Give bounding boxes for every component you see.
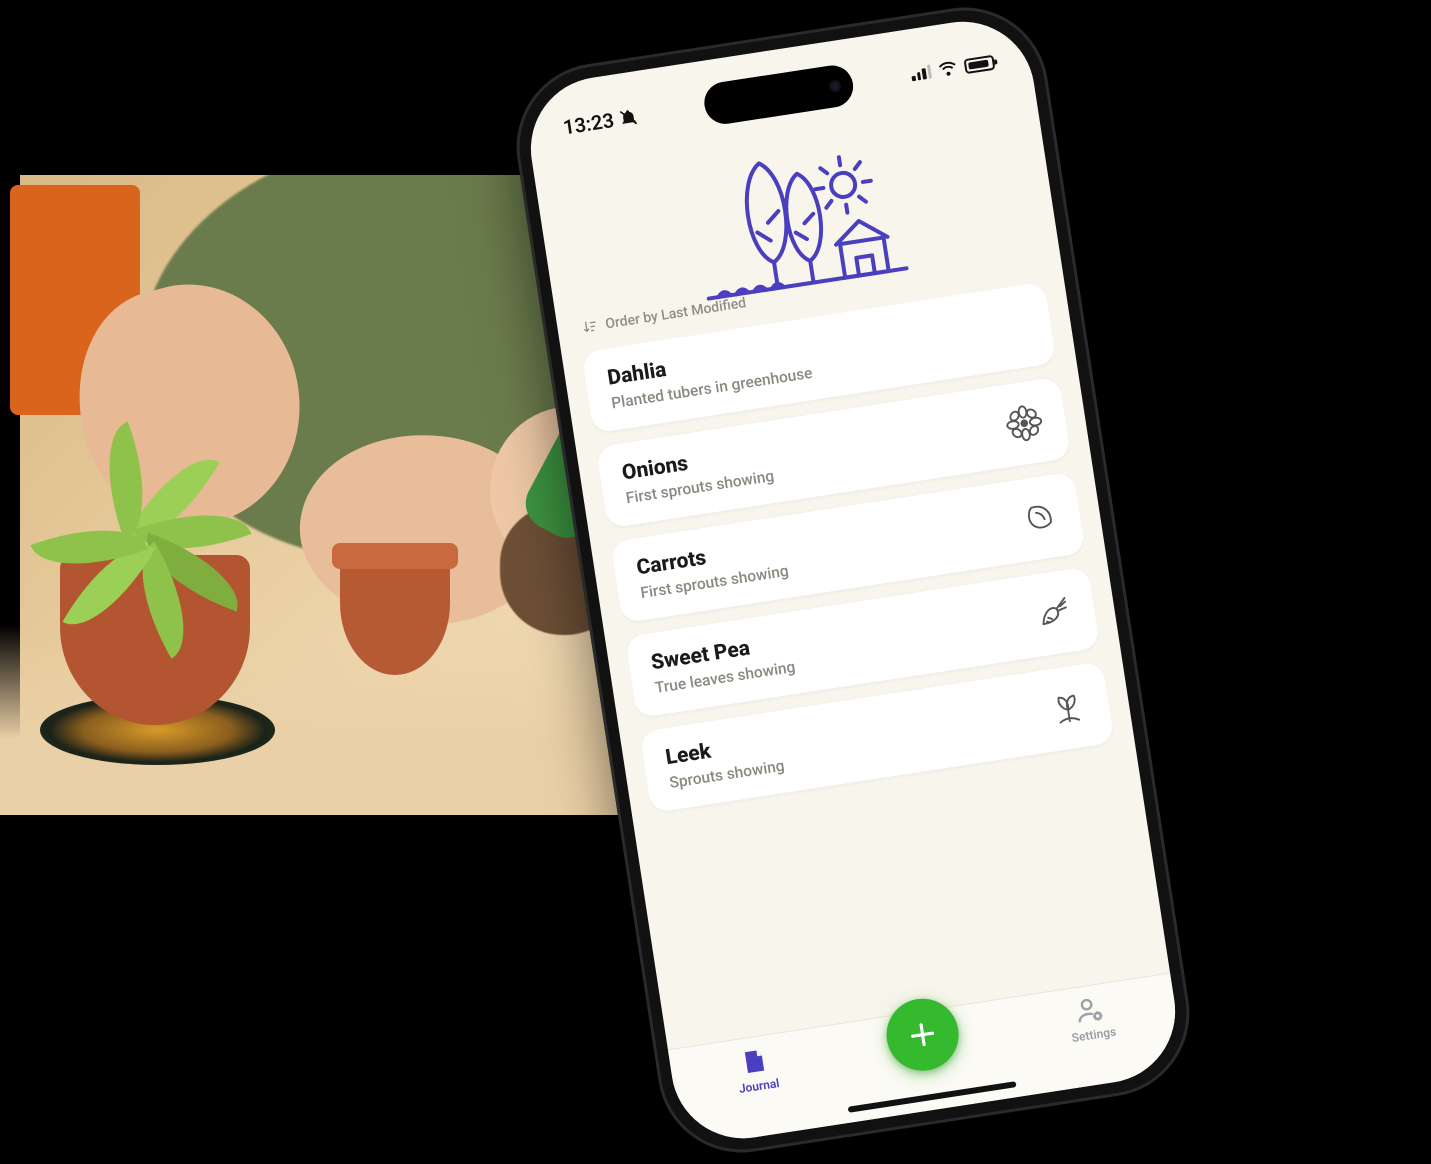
seed-icon bbox=[1017, 497, 1060, 540]
wifi-icon bbox=[937, 60, 959, 78]
journal-tab-icon bbox=[739, 1045, 771, 1077]
carrot-icon bbox=[1032, 591, 1075, 634]
phone-mockup: 13:23 bbox=[505, 0, 1201, 1164]
cellular-signal-icon bbox=[910, 64, 932, 81]
tab-journal[interactable]: Journal bbox=[694, 1038, 820, 1102]
journal-list[interactable]: DahliaPlanted tubers in greenhouseOnions… bbox=[581, 282, 1150, 1047]
tab-settings[interactable]: Settings bbox=[1029, 987, 1155, 1051]
plus-icon bbox=[905, 1018, 939, 1052]
battery-icon bbox=[963, 54, 995, 73]
tab-settings-label: Settings bbox=[1071, 1025, 1117, 1046]
flower-icon bbox=[1003, 402, 1046, 445]
app-screen: 13:23 bbox=[521, 12, 1185, 1149]
tab-journal-label: Journal bbox=[738, 1076, 780, 1096]
sort-icon bbox=[581, 318, 599, 336]
silent-mode-icon bbox=[618, 107, 639, 128]
sprout-icon bbox=[1046, 686, 1089, 729]
settings-tab-icon bbox=[1074, 994, 1106, 1026]
status-time: 13:23 bbox=[561, 108, 615, 139]
